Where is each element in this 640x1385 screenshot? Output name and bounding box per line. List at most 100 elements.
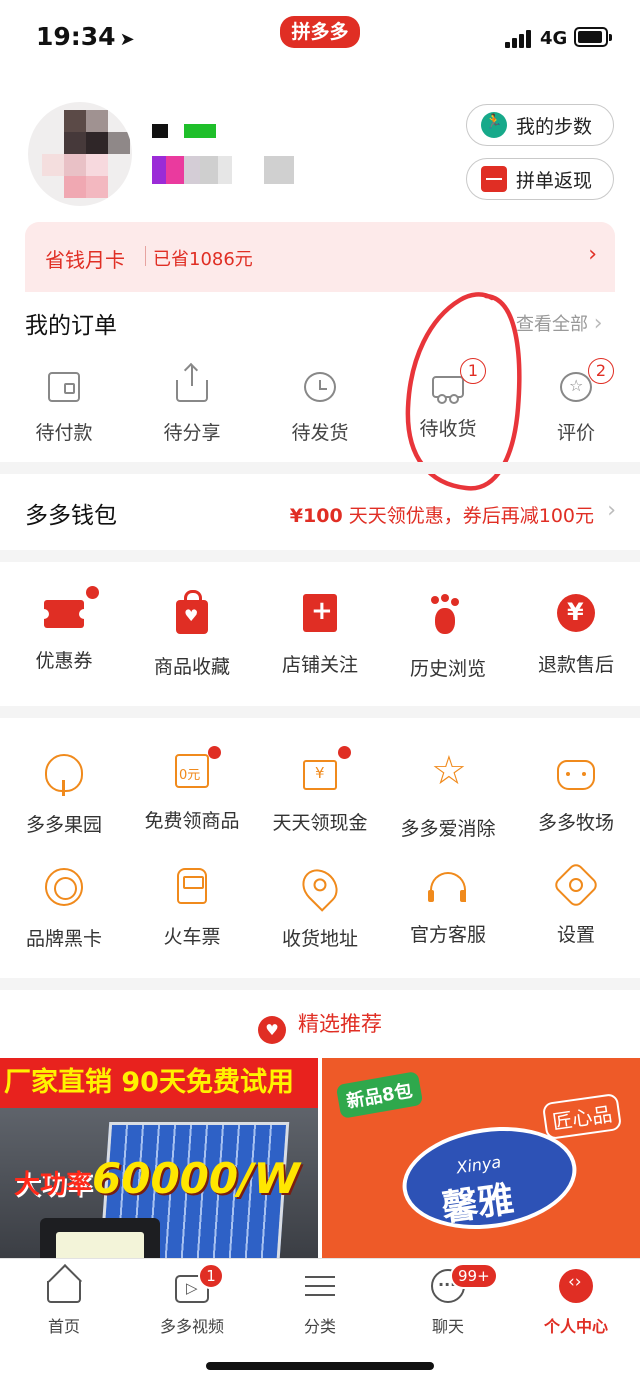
service-label: 多多牧场 bbox=[537, 812, 614, 834]
home-indicator[interactable] bbox=[206, 1362, 434, 1370]
product-stamp: 匠心品 bbox=[541, 1092, 623, 1141]
chevron-right-icon: › bbox=[588, 242, 597, 267]
wallet-promo-amount: ¥100 bbox=[289, 505, 343, 527]
service-label: 多多果园 bbox=[25, 814, 102, 836]
savings-card-title: 省钱月卡 bbox=[45, 248, 125, 272]
order-item-label: 待付款 bbox=[35, 422, 93, 444]
brand-name: 馨雅 bbox=[439, 1179, 517, 1230]
duoduo-wallet-row[interactable]: 多多钱包 ¥100 天天领优惠，券后再减100元 › bbox=[0, 474, 640, 550]
clock-text: 19:34 bbox=[36, 22, 116, 51]
order-item-label: 评价 bbox=[556, 422, 595, 444]
refund-aftersale-button[interactable]: 退款售后 bbox=[512, 594, 640, 677]
train-icon bbox=[177, 868, 207, 904]
daily-cash-button[interactable]: 天天领现金 bbox=[256, 746, 384, 835]
battery-icon bbox=[574, 27, 612, 47]
my-steps-button[interactable]: 我的步数 bbox=[466, 104, 614, 146]
power-value: 60000/W bbox=[92, 1154, 300, 1203]
shipping-address-button[interactable]: 收货地址 bbox=[256, 862, 384, 951]
section-divider bbox=[0, 706, 640, 718]
wallet-title: 多多钱包 bbox=[25, 503, 117, 529]
order-review[interactable]: 2 评价 bbox=[512, 358, 640, 445]
train-tickets-button[interactable]: 火车票 bbox=[128, 868, 256, 949]
service-label: 品牌黑卡 bbox=[25, 928, 102, 950]
app-badge: 拼多多 bbox=[280, 16, 360, 48]
order-pending-payment[interactable]: 待付款 bbox=[0, 372, 128, 445]
product-tag: 新品8包 bbox=[335, 1071, 423, 1119]
medal-icon bbox=[45, 868, 83, 906]
my-steps-label: 我的步数 bbox=[516, 115, 593, 138]
status-time: 19:34 ➤ bbox=[36, 22, 135, 51]
nav-label: 多多视频 bbox=[159, 1317, 224, 1336]
service-label: 官方客服 bbox=[409, 924, 486, 946]
gear-icon bbox=[551, 860, 601, 910]
order-pending-share[interactable]: 待分享 bbox=[128, 366, 256, 445]
free-gift-icon bbox=[175, 754, 209, 788]
share-icon bbox=[176, 366, 208, 402]
savings-card-amount: 已省1086元 bbox=[153, 249, 253, 270]
nav-label: 个人中心 bbox=[543, 1317, 608, 1336]
location-arrow-icon: ➤ bbox=[119, 29, 135, 50]
section-divider bbox=[0, 550, 640, 562]
followed-stores-button[interactable]: 店铺关注 bbox=[256, 594, 384, 677]
star-wand-icon bbox=[427, 748, 469, 796]
service-label: 商品收藏 bbox=[153, 656, 230, 678]
my-orders-section: 我的订单 查看全部 › 待付款 待分享 待发货 1 待收货 2 评价 bbox=[0, 292, 640, 462]
recommend-header: ♥ 精选推荐 bbox=[0, 1008, 640, 1044]
coupon-icon bbox=[39, 600, 89, 628]
power-label: 大功率 bbox=[14, 1170, 93, 1200]
nav-home[interactable]: 首页 bbox=[0, 1269, 128, 1337]
coupons-button[interactable]: 优惠券 bbox=[0, 586, 128, 673]
runner-icon bbox=[481, 112, 507, 138]
order-count-badge: 2 bbox=[588, 358, 614, 384]
product-power-text: 大功率60000/W bbox=[14, 1154, 300, 1203]
orders-title: 我的订单 bbox=[25, 313, 117, 339]
service-label: 店铺关注 bbox=[281, 654, 358, 676]
duoduo-match-game-button[interactable]: 多多爱消除 bbox=[384, 748, 512, 841]
view-all-label: 查看全部 bbox=[516, 314, 588, 335]
service-label: 多多爱消除 bbox=[400, 818, 496, 840]
home-icon bbox=[47, 1281, 81, 1303]
favorites-button[interactable]: 商品收藏 bbox=[128, 590, 256, 679]
notification-dot bbox=[338, 746, 351, 759]
nav-badge: 1 bbox=[198, 1263, 224, 1289]
footprint-icon bbox=[427, 594, 469, 636]
browse-history-button[interactable]: 历史浏览 bbox=[384, 594, 512, 681]
nav-badge: 99+ bbox=[450, 1263, 498, 1289]
profile-icon bbox=[559, 1269, 593, 1303]
product-card-tissue[interactable]: 新品8包 匠心品 Xinya 馨雅 bbox=[322, 1058, 640, 1258]
nav-label: 分类 bbox=[303, 1317, 336, 1336]
duoduo-ranch-button[interactable]: 多多牧场 bbox=[512, 754, 640, 835]
section-divider bbox=[0, 462, 640, 474]
customer-service-button[interactable]: 官方客服 bbox=[384, 868, 512, 947]
wallet-promo: ¥100 天天领优惠，券后再减100元 bbox=[290, 501, 594, 528]
group-cashback-button[interactable]: 拼单返现 bbox=[466, 158, 614, 200]
service-label: 退款售后 bbox=[537, 654, 614, 676]
clock-icon bbox=[304, 372, 336, 402]
nav-categories[interactable]: 分类 bbox=[256, 1269, 384, 1337]
service-label: 收货地址 bbox=[281, 928, 358, 950]
floodlight-image bbox=[40, 1218, 160, 1258]
view-all-orders-link[interactable]: 查看全部 › bbox=[516, 310, 603, 336]
service-label: 优惠券 bbox=[35, 650, 93, 672]
section-divider bbox=[0, 978, 640, 990]
chevron-right-icon: › bbox=[593, 311, 603, 336]
free-goods-button[interactable]: 免费领商品 bbox=[128, 746, 256, 833]
savings-month-card[interactable]: 省钱月卡 已省1086元 › bbox=[25, 222, 615, 294]
avatar[interactable] bbox=[28, 102, 132, 206]
product-card-solar-light[interactable]: 厂家直销 90天免费试用 大功率60000/W bbox=[0, 1058, 318, 1258]
duoduo-orchard-button[interactable]: 多多果园 bbox=[0, 754, 128, 837]
headset-icon bbox=[428, 872, 466, 902]
nav-label: 聊天 bbox=[431, 1317, 464, 1336]
brand-black-card-button[interactable]: 品牌黑卡 bbox=[0, 868, 128, 951]
store-follow-icon bbox=[303, 594, 337, 632]
chevron-right-icon: › bbox=[607, 498, 616, 523]
product-banner: 厂家直销 90天免费试用 bbox=[0, 1058, 318, 1108]
order-pending-shipment[interactable]: 待发货 bbox=[256, 372, 384, 445]
nav-videos[interactable]: 1 多多视频 bbox=[128, 1263, 256, 1337]
nav-chat[interactable]: 99+ 聊天 bbox=[384, 1263, 512, 1337]
order-item-label: 待发货 bbox=[291, 422, 349, 444]
heart-icon: ♥ bbox=[258, 1016, 286, 1044]
nav-profile[interactable]: 个人中心 bbox=[512, 1269, 640, 1337]
settings-button[interactable]: 设置 bbox=[512, 860, 640, 947]
favorite-bag-icon bbox=[176, 590, 208, 634]
